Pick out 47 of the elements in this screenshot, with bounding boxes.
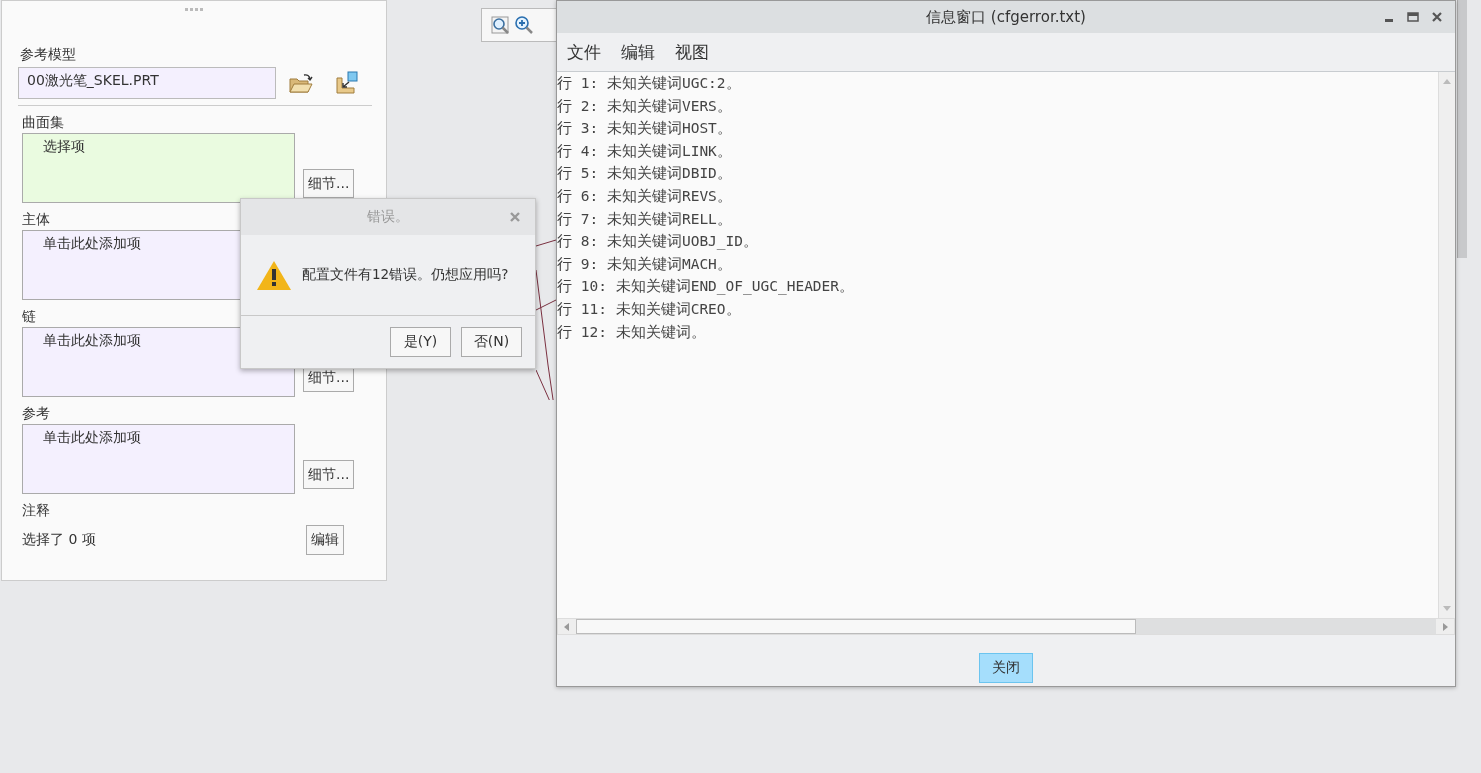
field-label: 主体 [21,210,51,228]
text-line: 行 2: 未知关键词VERS。 [557,96,733,116]
dialog-button[interactable]: 是(Y) [390,327,451,357]
close-icon[interactable] [1431,11,1443,23]
collector-box[interactable]: 单击此处添加项 [22,424,295,494]
edit-button[interactable]: 编辑 [306,525,344,555]
close-button[interactable]: 关闭 [979,653,1033,683]
folder-cube-icon[interactable] [334,70,360,96]
text-line: 行 12: 未知关键词。 [557,322,707,342]
dialog-title: 错误。 [367,208,409,226]
text-line: 行 8: 未知关键词UOBJ_ID。 [557,232,760,252]
selection-count: 选择了 0 项 [22,531,96,549]
collector-box[interactable]: 选择项 [22,133,295,203]
dialog-button[interactable]: 否(N) [461,327,522,357]
field-label: 参考 [21,404,51,422]
collector-text: 单击此处添加项 [43,332,141,348]
collector-text: 选择项 [43,138,85,154]
field-label: 曲面集 [21,113,65,131]
zoom-fit-icon[interactable] [490,15,510,35]
text-line: 行 11: 未知关键词CREO。 [557,299,742,319]
collector-text: 单击此处添加项 [43,235,141,251]
details-button[interactable]: 细节... [303,169,355,198]
field-label: 注释 [21,501,51,519]
maximize-icon[interactable] [1407,11,1419,23]
collector-text: 单击此处添加项 [43,429,141,445]
menu-item[interactable]: 文件 [567,40,601,64]
open-folder-icon[interactable] [288,71,314,95]
drag-handle[interactable] [185,8,203,11]
field-label: 链 [21,307,37,325]
zoom-in-icon[interactable] [514,15,534,35]
text-line: 行 10: 未知关键词END_OF_UGC_HEADER。 [557,277,856,297]
warning-icon[interactable] [256,259,292,291]
menu-item[interactable]: 编辑 [621,40,655,64]
scrollbar[interactable] [1457,0,1467,258]
text-line: 行 7: 未知关键词RELL。 [557,209,733,229]
text-line: 行 3: 未知关键词HOST。 [557,119,733,139]
menu-item[interactable]: 视图 [675,40,709,64]
field-label: 参考模型 [19,46,77,64]
model-field[interactable]: 00激光笔_SKEL.PRT [18,67,276,99]
window-title: 信息窗口 (cfgerror.txt) [926,7,1086,27]
details-button[interactable]: 细节... [303,460,355,489]
text-line: 行 9: 未知关键词MACH。 [557,254,733,274]
text-line: 行 4: 未知关键词LINK。 [557,141,733,161]
text-line: 行 6: 未知关键词REVS。 [557,186,733,206]
text-line: 行 5: 未知关键词DBID。 [557,164,733,184]
text-line: 行 1: 未知关键词UGC:2。 [557,74,742,93]
dialog-message: 配置文件有12错误。仍想应用吗? [302,266,509,284]
